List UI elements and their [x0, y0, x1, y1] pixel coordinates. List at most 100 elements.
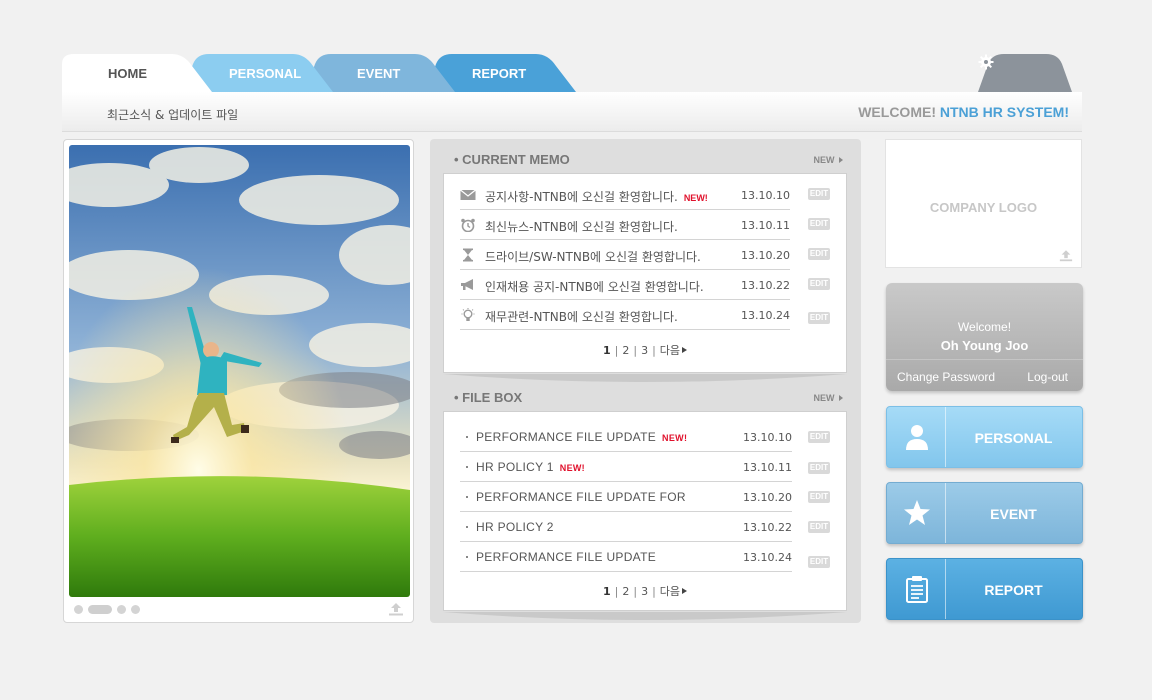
file-row[interactable]: HR POLICY 1 NEW! 13.10.11: [460, 452, 792, 482]
memo-new-label: NEW: [813, 155, 835, 165]
memo-pagination: 1 | 2 | 3 | 다음: [444, 342, 846, 358]
file-row[interactable]: PERFORMANCE FILE UPDATE FOR 13.10.20: [460, 482, 792, 512]
hourglass-icon: [463, 248, 473, 262]
tab-event-label: EVENT: [357, 65, 401, 81]
file-row[interactable]: PERFORMANCE FILE UPDATE NEW! 13.10.10: [460, 422, 792, 452]
memo-date: 13.10.24: [741, 309, 790, 322]
bullet: [466, 526, 468, 528]
file-row-text-wrap: PERFORMANCE FILE UPDATE: [476, 550, 662, 564]
pager-separator: |: [652, 585, 656, 598]
file-date: 13.10.11: [743, 461, 792, 474]
edit-button[interactable]: EDIT: [808, 312, 830, 324]
memo-row[interactable]: 최신뉴스-NTNB에 오신걸 환영합니다. 13.10.11: [460, 210, 790, 240]
report-button[interactable]: REPORT: [886, 558, 1083, 620]
hero-photo: [69, 145, 410, 597]
slide-dot-4[interactable]: [131, 605, 140, 614]
memo-box-shadow: [443, 374, 847, 382]
header-bar: 최근소식 & 업데이트 파일 WELCOME! NTNB HR SYSTEM!: [62, 92, 1082, 132]
file-row-text-wrap: PERFORMANCE FILE UPDATE FOR: [476, 490, 692, 504]
megaphone-icon: [461, 279, 473, 290]
page-subtitle: 최근소식 & 업데이트 파일: [107, 108, 239, 122]
user-welcome-text: Welcome!: [957, 320, 1012, 334]
file-row[interactable]: HR POLICY 2 13.10.22: [460, 512, 792, 542]
pager-separator: |: [633, 344, 638, 357]
page-link-3[interactable]: 3: [641, 344, 648, 357]
pager-separator: |: [652, 344, 656, 357]
bullet: [466, 496, 468, 498]
upload-icon[interactable]: [388, 602, 404, 616]
edit-button[interactable]: EDIT: [808, 188, 830, 200]
memo-row[interactable]: 재무관련-NTNB에 오신걸 환영합니다. 13.10.24: [460, 300, 790, 330]
user-info-box: Welcome! Oh Young Joo Change Password Lo…: [886, 283, 1083, 391]
memo-row-text-wrap: 드라이브/SW-NTNB에 오신걸 환영합니다.: [485, 248, 707, 265]
edit-button[interactable]: EDIT: [808, 521, 830, 533]
tab-home[interactable]: HOME: [62, 54, 212, 92]
personal-button[interactable]: PERSONAL: [886, 406, 1083, 468]
gear-icon: [978, 54, 994, 70]
envelope-icon: [460, 189, 476, 200]
memo-date: 13.10.22: [741, 279, 790, 292]
file-name: HR POLICY 1: [476, 460, 554, 474]
person-icon: [906, 425, 928, 450]
slide-dot-3[interactable]: [117, 605, 126, 614]
slide-dot-1[interactable]: [74, 605, 83, 614]
file-name: PERFORMANCE FILE UPDATE: [476, 550, 657, 564]
alarm-clock-icon: [461, 218, 475, 232]
memo-section-title: • CURRENT MEMO: [454, 152, 570, 167]
page-link-1[interactable]: 1: [603, 585, 611, 598]
edit-button[interactable]: EDIT: [808, 462, 830, 474]
edit-button[interactable]: EDIT: [808, 218, 830, 230]
event-button[interactable]: EVENT: [886, 482, 1083, 544]
arrow-right-icon: [839, 395, 843, 401]
star-icon: [904, 500, 930, 525]
bullet: [466, 556, 468, 558]
file-row[interactable]: PERFORMANCE FILE UPDATE 13.10.24: [460, 542, 792, 572]
memo-date: 13.10.10: [741, 189, 790, 202]
page-link-3[interactable]: 3: [641, 585, 648, 598]
memo-row-text-wrap: 최신뉴스-NTNB에 오신걸 환영합니다.: [485, 218, 684, 235]
change-password-link[interactable]: Change Password: [897, 370, 995, 384]
file-date: 13.10.24: [743, 551, 792, 564]
pager-separator: |: [614, 344, 619, 357]
edit-button[interactable]: EDIT: [808, 556, 830, 568]
memo-date: 13.10.20: [741, 249, 790, 262]
page-link-2[interactable]: 2: [622, 585, 629, 598]
clipboard-icon: [906, 576, 928, 603]
welcome-message: WELCOME! NTNB HR SYSTEM!: [858, 104, 1069, 120]
tab-personal-label: PERSONAL: [229, 65, 302, 81]
bullet: [466, 436, 468, 438]
memo-row-text-wrap: 인재채용 공지-NTNB에 오신걸 환영합니다.: [485, 278, 710, 295]
memo-row-text-wrap: 재무관련-NTNB에 오신걸 환영합니다.: [485, 308, 684, 325]
filebox-new-link[interactable]: NEW: [813, 393, 843, 403]
divider: [886, 359, 1083, 360]
edit-button[interactable]: EDIT: [808, 431, 830, 443]
memo-row[interactable]: 인재채용 공지-NTNB에 오신걸 환영합니다. 13.10.22: [460, 270, 790, 300]
content-panel: • CURRENT MEMO NEW 공지사항-NTNB에 오신걸 환영합니다.…: [430, 139, 861, 623]
memo-row[interactable]: 드라이브/SW-NTNB에 오신걸 환영합니다. 13.10.20: [460, 240, 790, 270]
file-row-text-wrap: HR POLICY 2: [476, 520, 560, 534]
next-page-link[interactable]: 다음: [660, 585, 687, 598]
welcome-system-name: NTNB HR SYSTEM!: [939, 104, 1069, 120]
personal-button-label: PERSONAL: [974, 430, 1053, 446]
edit-button[interactable]: EDIT: [808, 278, 830, 290]
edit-button[interactable]: EDIT: [808, 248, 830, 260]
page-link-2[interactable]: 2: [622, 344, 629, 357]
filebox-new-label: NEW: [813, 393, 835, 403]
next-page-link[interactable]: 다음: [660, 344, 687, 357]
memo-new-link[interactable]: NEW: [813, 155, 843, 165]
file-date: 13.10.10: [743, 431, 792, 444]
edit-button[interactable]: EDIT: [808, 491, 830, 503]
slide-dot-2-active[interactable]: [88, 605, 112, 614]
memo-title: 인재채용 공지-NTNB에 오신걸 환영합니다.: [485, 280, 704, 294]
page-link-1[interactable]: 1: [603, 344, 611, 357]
slideshow-dots: [74, 605, 140, 614]
logout-link[interactable]: Log-out: [1027, 370, 1068, 384]
settings-tab[interactable]: [978, 54, 1072, 92]
photo-slideshow: [63, 139, 414, 623]
upload-icon[interactable]: [1059, 249, 1073, 262]
memo-title: 최신뉴스-NTNB에 오신걸 환영합니다.: [485, 220, 678, 234]
file-date: 13.10.22: [743, 521, 792, 534]
lightbulb-icon: [461, 308, 475, 321]
memo-row[interactable]: 공지사항-NTNB에 오신걸 환영합니다. NEW! 13.10.10: [460, 180, 790, 210]
file-date: 13.10.20: [743, 491, 792, 504]
